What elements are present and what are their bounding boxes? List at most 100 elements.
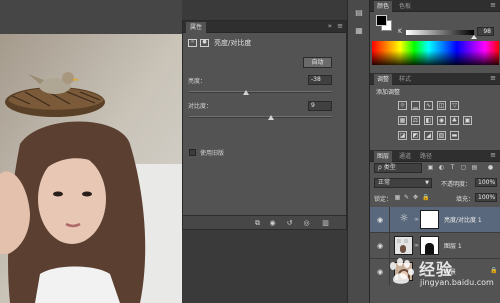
color-balance-icon[interactable]: ⚖ [411, 116, 420, 125]
lock-position-icon[interactable]: ✥ [412, 194, 419, 202]
filter-smart-object-icon[interactable]: ▤ [471, 164, 478, 172]
layer-name[interactable]: 背景 [444, 267, 456, 276]
link-icon[interactable]: ∞ [414, 215, 419, 225]
selective-color-icon[interactable]: ▧ [437, 131, 446, 140]
divider [389, 259, 390, 285]
brightness-slider-thumb[interactable] [243, 90, 249, 95]
tab-styles[interactable]: 样式 [396, 74, 414, 85]
k-channel-input[interactable]: 98 [477, 27, 494, 36]
filter-toggle-icon[interactable]: ● [487, 164, 494, 172]
adjustments-panel-tabs: 调整 样式 ≡ [370, 73, 500, 85]
layer-mask-thumbnail[interactable] [420, 210, 439, 229]
layer-thumbnail [394, 236, 413, 255]
tab-adjustments[interactable]: 调整 [374, 74, 393, 85]
layers-panel-tabs: 图层 通道 路径 ≡ [370, 150, 500, 162]
tab-channels[interactable]: 通道 [396, 151, 414, 162]
levels-icon[interactable]: ▁ [411, 101, 420, 110]
contrast-input[interactable]: 9 [308, 101, 332, 111]
tab-layers[interactable]: 图层 [374, 151, 393, 162]
canvas-photo [0, 34, 182, 303]
trash-icon[interactable]: ▥ [321, 219, 330, 227]
curves-icon[interactable]: ∿ [424, 101, 433, 110]
link-icon[interactable]: ∞ [414, 241, 419, 251]
color-lookup-icon[interactable]: ▣ [463, 116, 472, 125]
brightness-input[interactable]: -38 [308, 75, 332, 85]
double-chevron-right-icon[interactable]: » [328, 21, 332, 32]
properties-title: 亮度/对比度 [214, 38, 252, 47]
filter-type-icon[interactable]: T [449, 164, 456, 172]
panel-icon-strip: ▤ ▦ [347, 0, 369, 303]
visibility-eye-icon[interactable]: ◎ [302, 219, 311, 227]
reset-icon[interactable]: ↺ [285, 219, 294, 227]
filter-adjustment-icon[interactable]: ◐ [438, 164, 445, 172]
contrast-label: 对比度： [188, 103, 213, 110]
clip-to-layer-icon[interactable]: ⧉ [253, 219, 262, 227]
properties-panel: 属性 » ≡ ☼ ● 亮度/对比度 自动 亮度： -38 对比度： 9 使用旧版… [182, 20, 347, 230]
tab-swatches[interactable]: 色板 [396, 1, 414, 12]
adjustment-row-1: ☼ ▁ ∿ ◫ ▽ [398, 101, 459, 110]
history-icon[interactable]: ▤ [354, 8, 364, 18]
exposure-icon[interactable]: ◫ [437, 101, 446, 110]
adjustment-row-2: ▦ ⚖ ◧ ◉ ♣ ▣ [398, 116, 472, 125]
channel-mixer-icon[interactable]: ♣ [450, 116, 459, 125]
auto-button[interactable]: 自动 [303, 57, 332, 68]
panel-menu-icon[interactable]: ≡ [337, 21, 343, 32]
brightness-contrast-icon: ☼ [399, 213, 409, 224]
filter-pixel-icon[interactable]: ▣ [427, 164, 434, 172]
panel-menu-icon[interactable]: ≡ [490, 0, 496, 11]
photo-filter-icon[interactable]: ◉ [437, 116, 446, 125]
color-spectrum-ramp[interactable] [372, 41, 499, 65]
properties-header: ☼ ● 亮度/对比度 [188, 37, 251, 48]
layer-row-layer-1[interactable]: ◉ ∞ 图层 1 [370, 233, 500, 259]
vibrance-icon[interactable]: ▽ [450, 101, 459, 110]
tab-color[interactable]: 颜色 [374, 1, 393, 12]
layer-row-brightness-contrast[interactable]: ◉ ☼ ∞ 亮度/对比度 1 [370, 207, 500, 233]
fill-label: 填充： [456, 196, 475, 203]
layer-row-background[interactable]: ◉ 背景 🔒 [370, 259, 500, 285]
lock-image-icon[interactable]: ✎ [403, 194, 410, 202]
properties-footer: ⧉ ◉ ↺ ◎ ▥ [183, 215, 346, 229]
tab-paths[interactable]: 路径 [417, 151, 435, 162]
layer-filter-select[interactable]: ρ 类型 [374, 163, 422, 173]
black-white-icon[interactable]: ◧ [424, 116, 433, 125]
posterize-icon[interactable]: ◩ [411, 131, 420, 140]
layer-mask-thumbnail[interactable] [420, 236, 439, 255]
hue-saturation-icon[interactable]: ▦ [398, 116, 407, 125]
color-panel-tabs: 颜色 色板 ≡ [370, 0, 500, 12]
use-legacy-checkbox[interactable] [189, 149, 196, 156]
brightness-contrast-icon[interactable]: ☼ [398, 101, 407, 110]
layer-mask-icon[interactable]: ● [200, 38, 209, 47]
foreground-color-swatch[interactable] [376, 15, 387, 26]
blend-mode-select[interactable]: 正常 ▼ [374, 178, 432, 188]
divider [389, 233, 390, 259]
right-panel-dock: 颜色 色板 ≡ K 98 调整 样式 ≡ 添加调整 ☼ ▁ ∿ ◫ ▽ ▦ ⚖ … [369, 0, 500, 303]
contrast-slider-thumb[interactable] [268, 115, 274, 120]
visibility-eye-icon[interactable]: ◉ [375, 267, 385, 277]
brightness-slider[interactable] [189, 90, 332, 95]
panel-menu-icon[interactable]: ≡ [490, 73, 496, 84]
brightness-label: 亮度： [188, 78, 207, 85]
k-channel-label: K [398, 28, 402, 35]
invert-icon[interactable]: ◪ [398, 131, 407, 140]
layer-name[interactable]: 图层 1 [444, 241, 462, 250]
contrast-slider[interactable] [189, 115, 332, 120]
k-channel-slider[interactable] [406, 30, 474, 35]
opacity-input[interactable]: 100% [475, 178, 497, 187]
gradient-map-icon[interactable]: ▬ [450, 131, 459, 140]
canvas-pasteboard [0, 0, 182, 34]
threshold-icon[interactable]: ◢ [424, 131, 433, 140]
visibility-eye-icon[interactable]: ◉ [375, 241, 385, 251]
document-canvas[interactable] [0, 0, 182, 303]
adjustment-row-3: ◪ ◩ ◢ ▧ ▬ [398, 131, 459, 140]
layer-thumbnail [394, 262, 413, 281]
visibility-eye-icon[interactable]: ◉ [375, 215, 385, 225]
panel-menu-icon[interactable]: ≡ [490, 150, 496, 161]
tab-properties[interactable]: 属性 [186, 22, 207, 33]
properties-icon[interactable]: ▦ [354, 26, 364, 36]
view-previous-icon[interactable]: ◉ [268, 219, 277, 227]
layer-name[interactable]: 亮度/对比度 1 [444, 215, 482, 224]
filter-shape-icon[interactable]: ▢ [460, 164, 467, 172]
fill-input[interactable]: 100% [475, 193, 497, 202]
lock-all-icon[interactable]: 🔒 [422, 194, 429, 202]
lock-transparent-icon[interactable]: ▦ [394, 194, 401, 202]
